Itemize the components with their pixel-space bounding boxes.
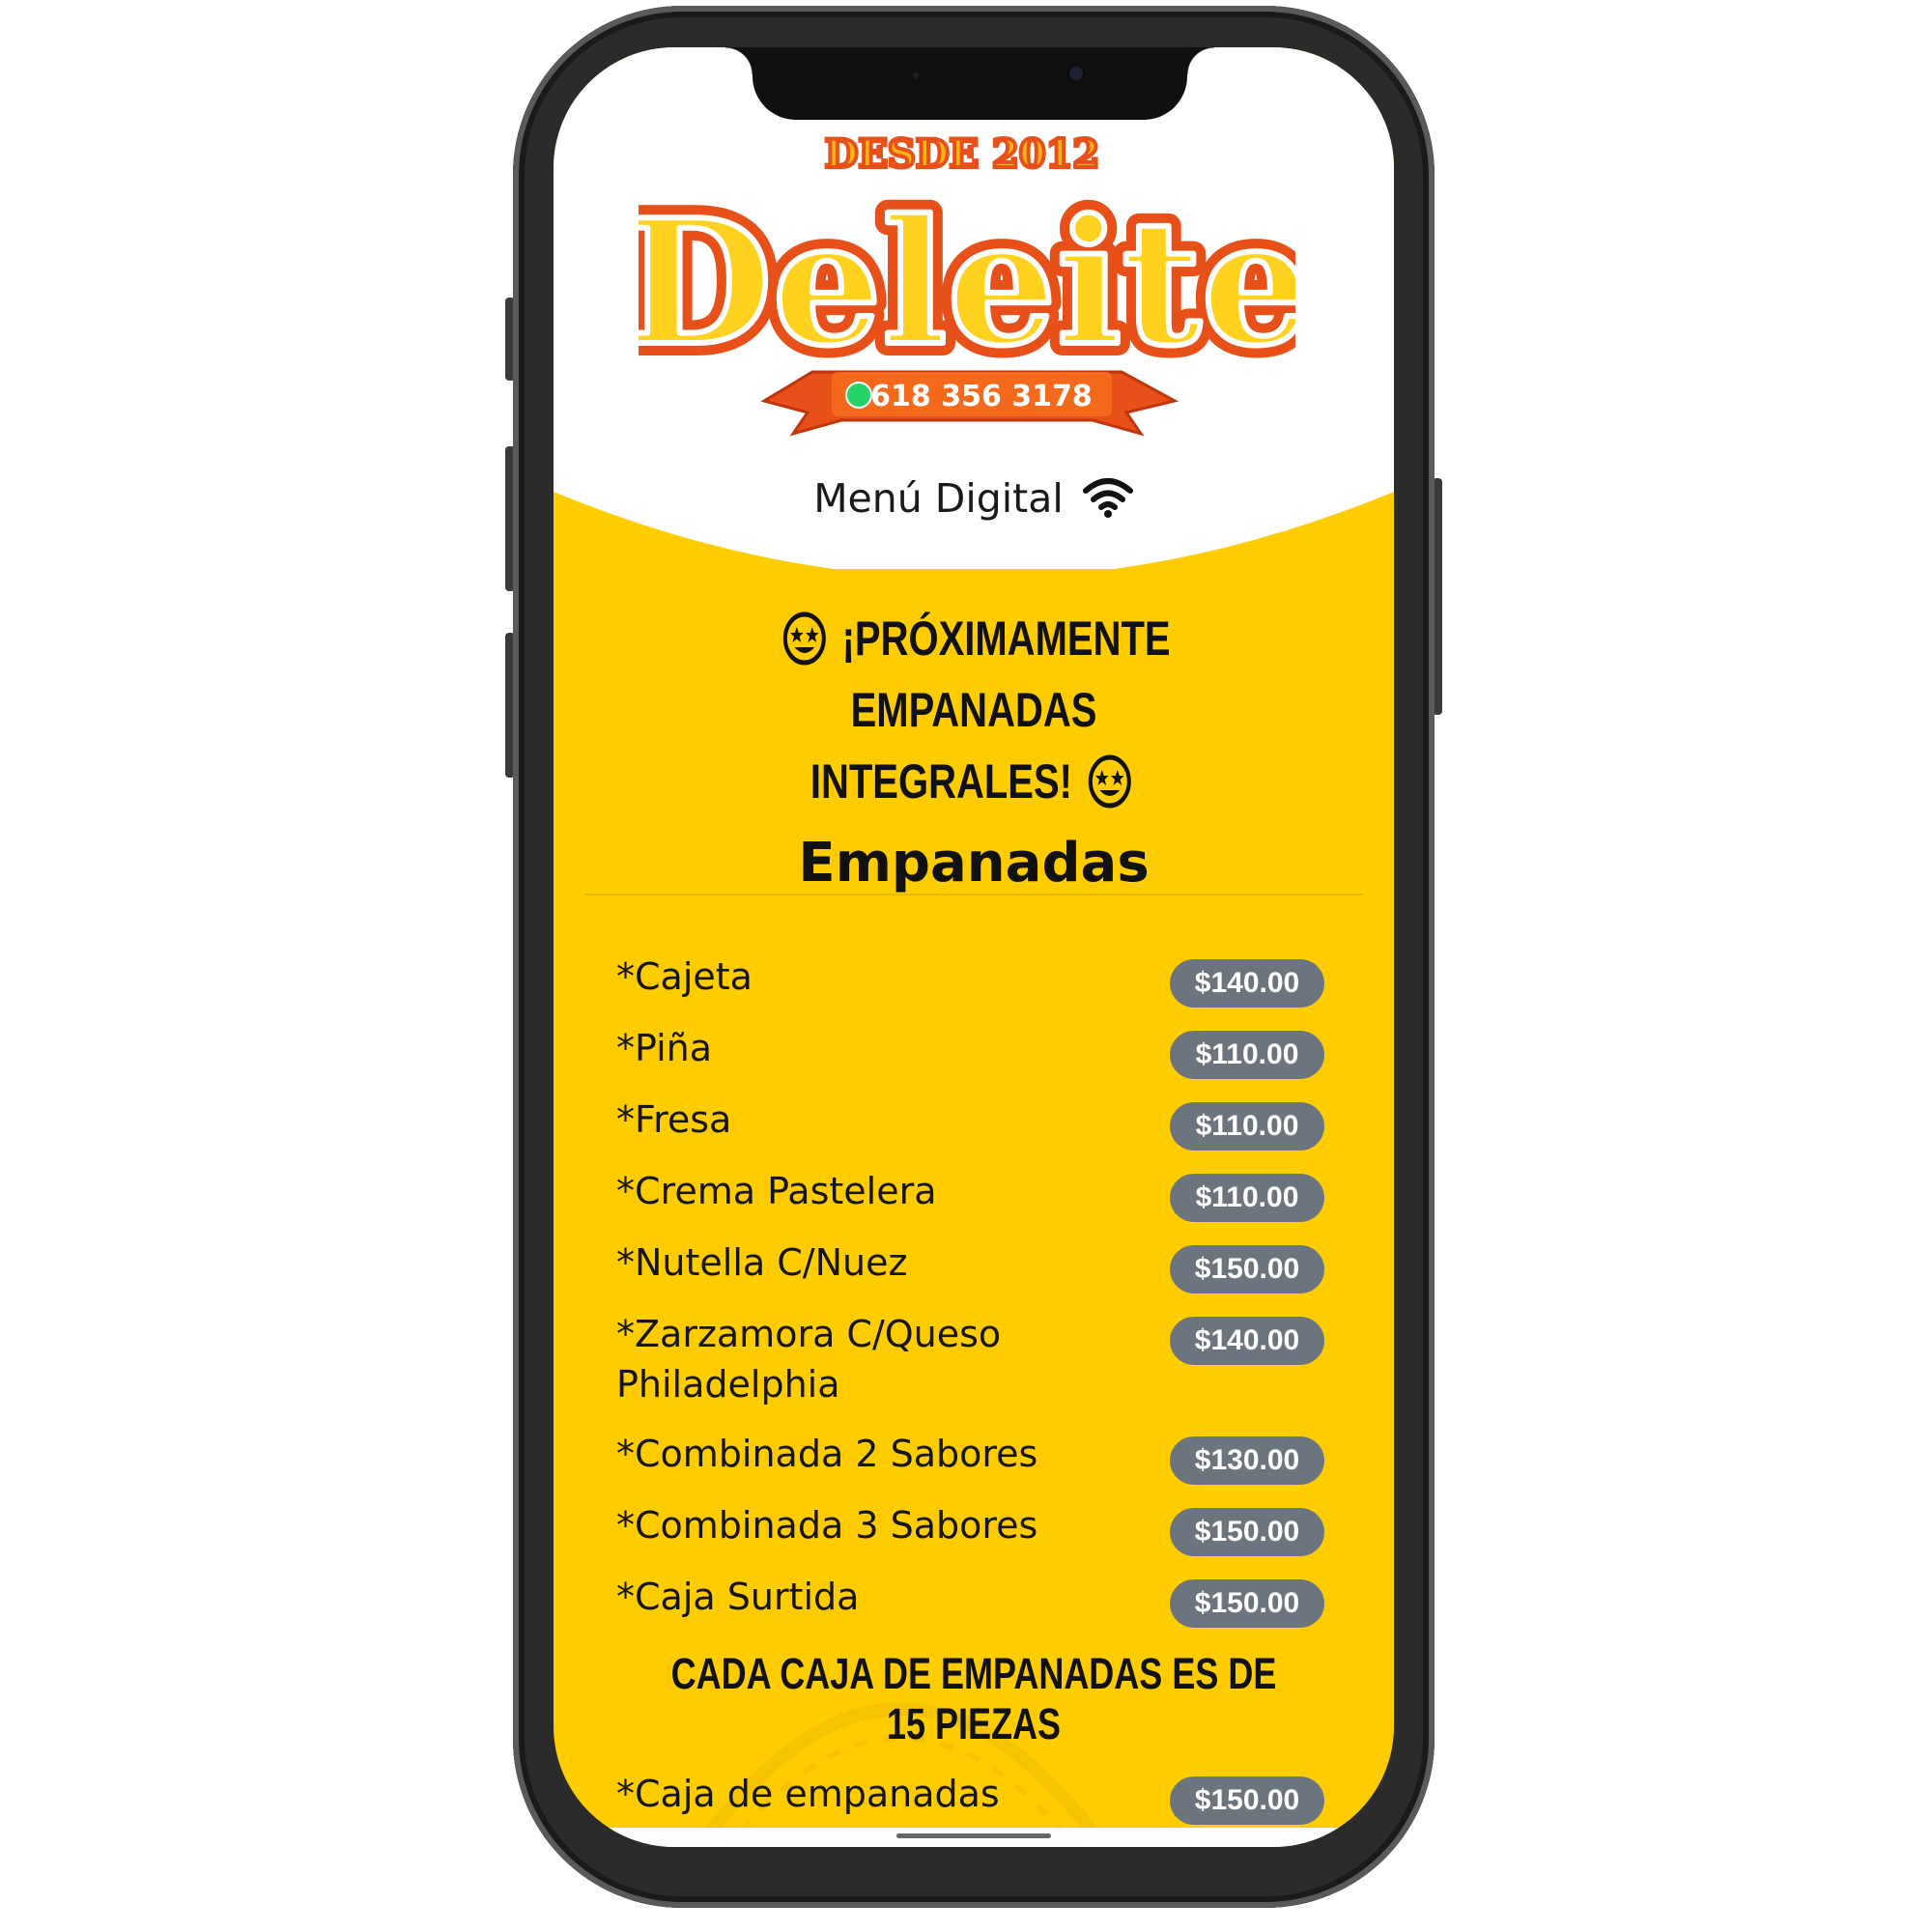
price-badge: $150.00 — [1170, 1579, 1324, 1628]
price-badge: $140.00 — [1170, 959, 1324, 1008]
price-badge: $140.00 — [1170, 1317, 1324, 1365]
speaker-grille — [913, 72, 919, 78]
menu-item-name: *Zarzamora C/Queso Philadelphia — [616, 1313, 1002, 1406]
price-badge: $110.00 — [1170, 1031, 1324, 1079]
menu-item-name: *Nutella C/Nuez — [616, 1241, 908, 1284]
phone-notch — [725, 47, 1214, 120]
menu-item-name: *Combinada 2 Sabores — [616, 1433, 1038, 1475]
price-badge: $150.00 — [1170, 1776, 1324, 1825]
menu-item-name: *Caja Surtida — [616, 1576, 860, 1618]
menu-item-list: *Cajeta $140.00 *Piña $110.00 *Fresa $11… — [554, 47, 1394, 1847]
front-camera — [1069, 67, 1083, 80]
menu-item-name: *Crema Pastelera — [616, 1170, 937, 1212]
menu-item-name: *Fresa — [616, 1098, 732, 1141]
menu-item-name: *Piña — [616, 1027, 713, 1069]
box-note: CADA CAJA DE EMPANADAS ES DE 15 PIEZAS — [670, 1649, 1277, 1748]
home-indicator[interactable] — [896, 1833, 1051, 1838]
price-badge: $110.00 — [1170, 1102, 1324, 1151]
menu-item-name: *Combinada 3 Sabores — [616, 1504, 1038, 1547]
phone-screen[interactable]: Deleite Deleite DESDE 2012 618 356 3178 … — [554, 47, 1394, 1847]
menu-item-name: *Cajeta — [616, 955, 753, 998]
price-badge: $150.00 — [1170, 1508, 1324, 1556]
price-badge: $110.00 — [1170, 1174, 1324, 1222]
price-badge: $130.00 — [1170, 1436, 1324, 1485]
device-mockup: Deleite Deleite DESDE 2012 618 356 3178 … — [0, 0, 1932, 1932]
price-badge: $150.00 — [1170, 1245, 1324, 1293]
